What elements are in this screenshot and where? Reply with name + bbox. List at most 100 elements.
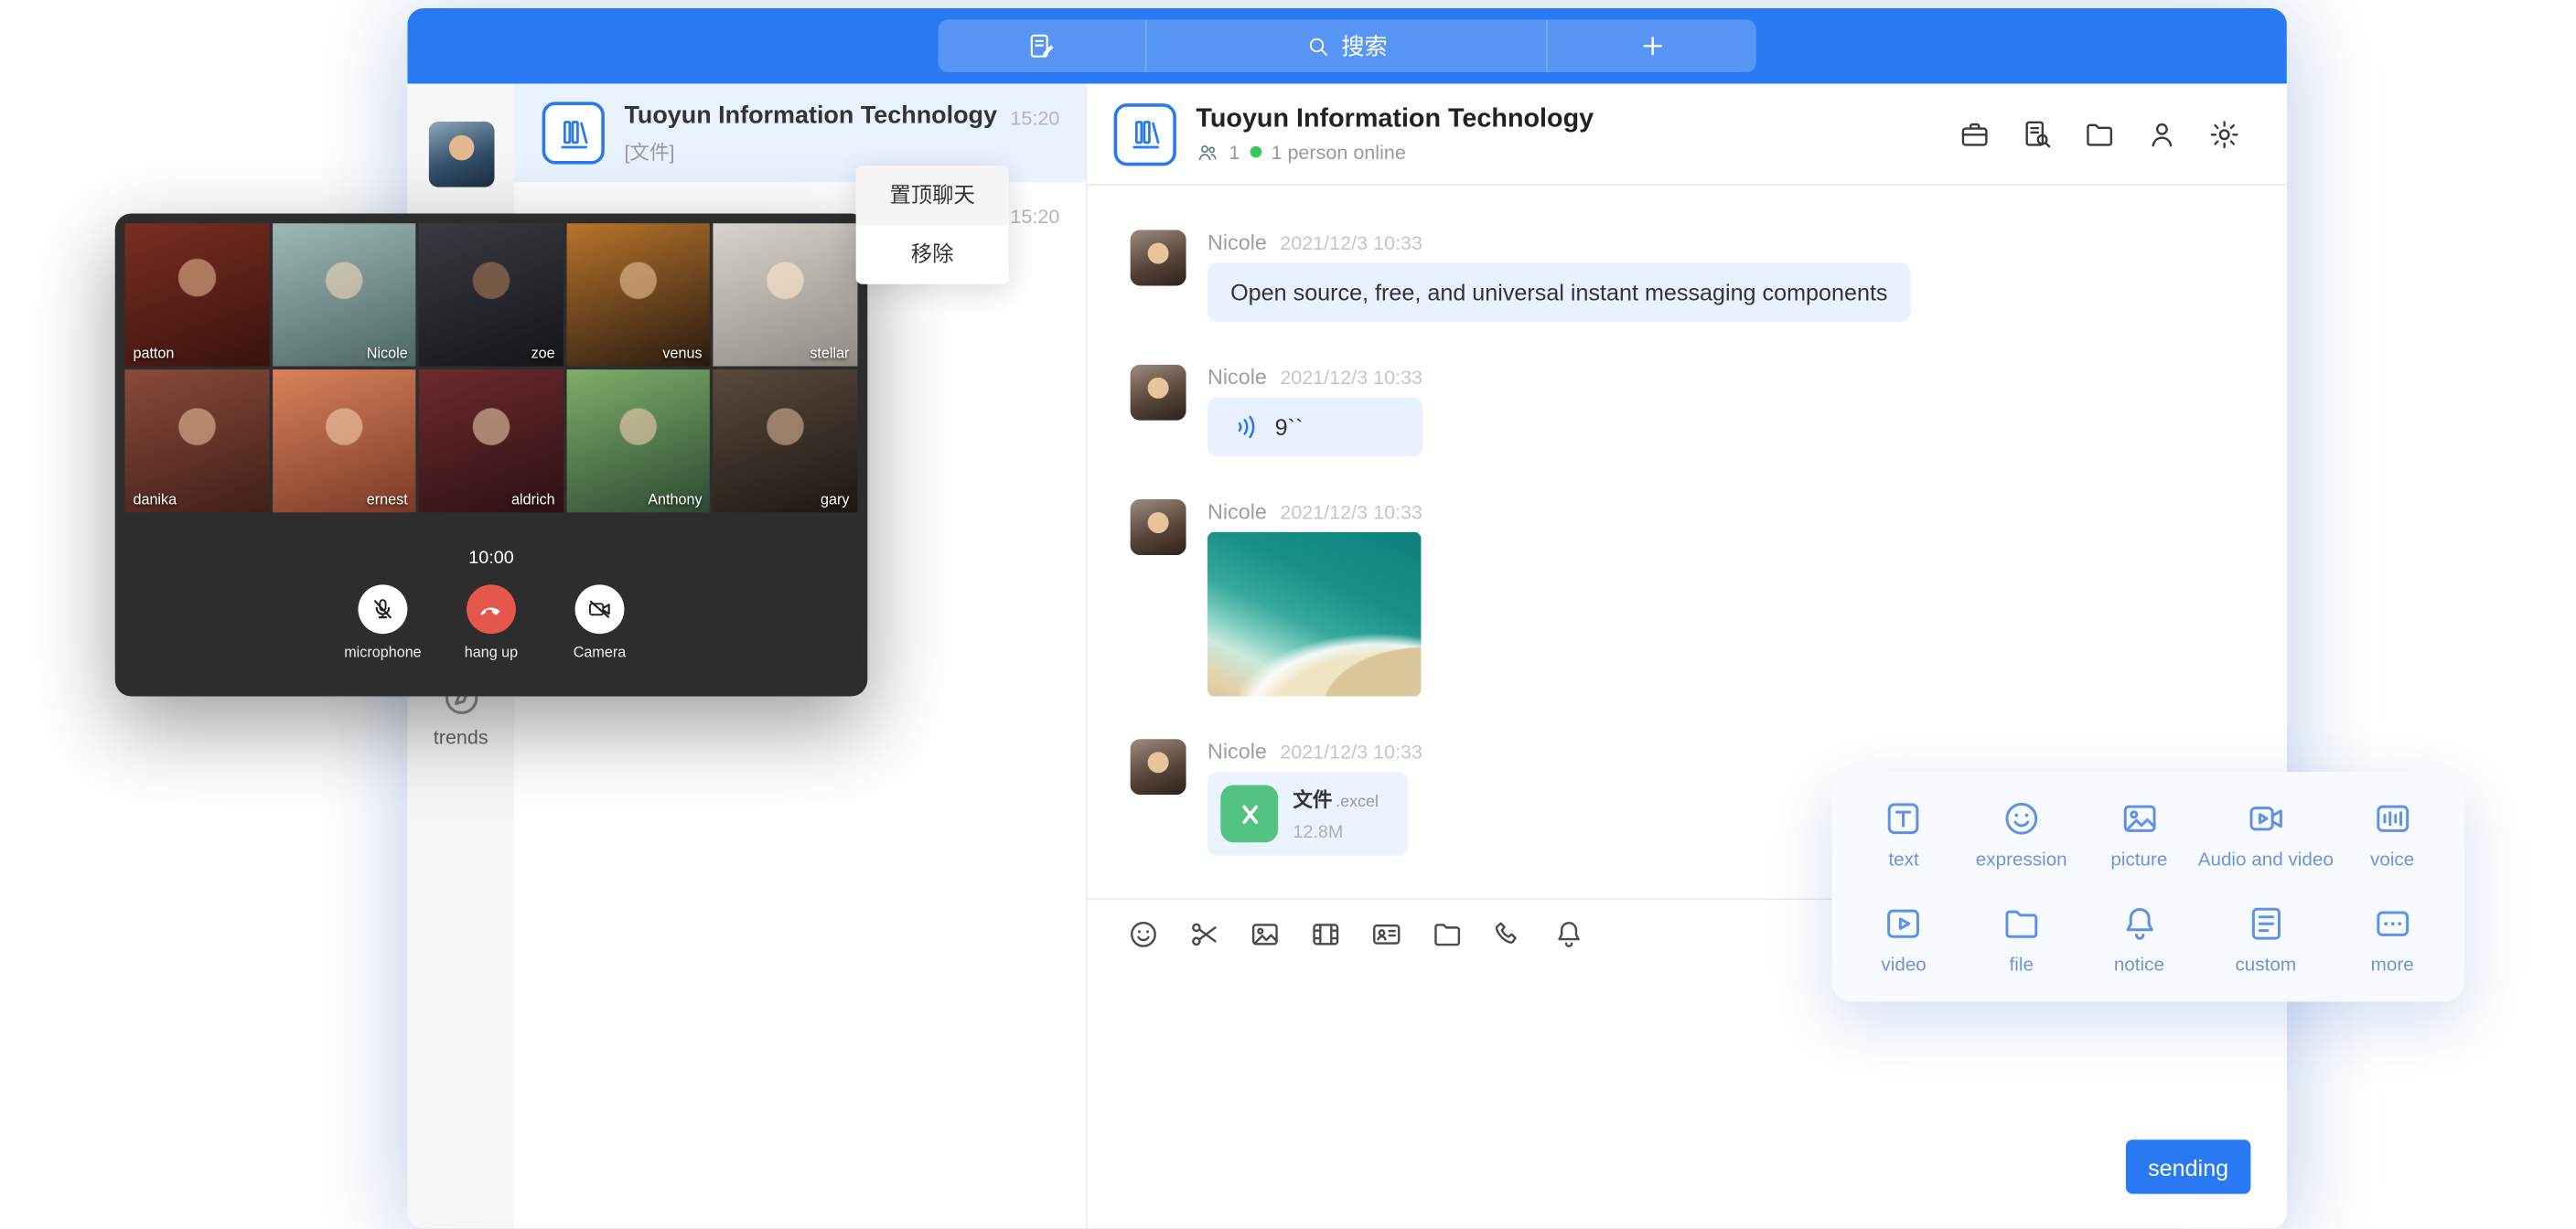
excel-file-badge <box>1220 785 1278 842</box>
feature-item-file[interactable]: file <box>1962 903 2080 986</box>
ft-picture-icon <box>2119 798 2160 839</box>
sender-avatar[interactable] <box>1131 739 1186 795</box>
hang-up-control[interactable]: hang up <box>440 584 542 660</box>
message-time: 2021/12/3 10:33 <box>1280 501 1422 524</box>
feature-item-video[interactable]: video <box>1845 903 1963 986</box>
add-button[interactable] <box>1546 20 1756 72</box>
screen: 搜索 trends <box>0 0 2576 1228</box>
emoji-icon[interactable] <box>1127 917 1160 950</box>
ft-file-icon <box>2001 903 2042 944</box>
camera-button[interactable] <box>575 584 625 634</box>
conversation-time: 15:20 <box>1010 205 1059 228</box>
archive-icon[interactable] <box>1959 117 1991 150</box>
send-button[interactable]: sending <box>2126 1139 2250 1193</box>
text-bubble[interactable]: Open source, free, and universal instant… <box>1208 262 1911 322</box>
feature-item-custom[interactable]: custom <box>2198 903 2334 986</box>
conversation-context-menu: 置顶聊天 移除 <box>856 166 1009 283</box>
cut-icon[interactable] <box>1187 917 1220 950</box>
hang-up-button[interactable] <box>467 584 516 634</box>
message-body: Nicole 2021/12/3 10:33 文件.excel <box>1208 739 1422 856</box>
feature-item-more[interactable]: more <box>2334 903 2452 986</box>
sender-name: Nicole <box>1208 499 1267 524</box>
feature-label: text <box>1888 850 1918 871</box>
chat-header-meta: Tuoyun Information Technology 1 1 person… <box>1196 104 1594 164</box>
camera-toggle[interactable]: Camera <box>549 584 650 660</box>
menu-item-pin-chat[interactable]: 置顶聊天 <box>856 166 1009 225</box>
contact-card-icon[interactable] <box>1370 917 1403 950</box>
group-avatar <box>542 102 605 164</box>
participant-tile: ernest <box>272 369 415 512</box>
participant-tile: zoe <box>419 223 563 366</box>
menu-item-remove[interactable]: 移除 <box>856 225 1009 284</box>
image-icon[interactable] <box>1249 917 1282 950</box>
conversation-title: Tuoyun Information Technology <box>624 102 997 130</box>
call-icon[interactable] <box>1492 917 1525 950</box>
mic-off-icon <box>370 596 396 623</box>
hang-up-label: hang up <box>465 644 518 660</box>
feature-item-audio-video[interactable]: Audio and video <box>2198 798 2334 882</box>
participant-name: gary <box>821 491 849 508</box>
voice-bubble[interactable]: 9`` <box>1208 398 1422 457</box>
folder-icon[interactable] <box>2083 117 2116 150</box>
member-icon[interactable] <box>2145 117 2178 150</box>
file-attachment[interactable]: 文件.excel 12.8M <box>1208 772 1408 856</box>
participant-tile: Anthony <box>566 369 710 512</box>
participant-grid: patton Nicole zoe venus stellar danika e… <box>124 223 857 512</box>
sender-avatar[interactable] <box>1131 499 1186 555</box>
participant-tile: venus <box>566 223 710 366</box>
topbar-pill: 搜索 <box>938 20 1755 72</box>
file-meta: 文件.excel 12.8M <box>1293 785 1379 842</box>
participant-tile: aldrich <box>419 369 563 512</box>
message-image: Nicole 2021/12/3 10:33 <box>1131 499 2287 697</box>
film-icon[interactable] <box>1309 917 1342 950</box>
online-status: 1 person online <box>1271 141 1405 164</box>
participant-tile: gary <box>714 369 857 512</box>
message-time: 2021/12/3 10:33 <box>1280 231 1422 254</box>
microphone-toggle[interactable]: microphone <box>332 584 434 660</box>
sender-avatar[interactable] <box>1131 230 1186 285</box>
compose-area[interactable]: sending <box>1088 967 2287 1229</box>
feature-item-text[interactable]: text <box>1845 798 1963 882</box>
feature-label: picture <box>2110 850 2167 871</box>
microphone-button[interactable] <box>359 584 408 634</box>
settings-icon[interactable] <box>2208 117 2241 150</box>
ft-notice-icon <box>2119 903 2160 944</box>
conversation-time: 15:20 <box>1010 107 1059 130</box>
image-attachment[interactable] <box>1208 532 1421 697</box>
message-time: 2021/12/3 10:33 <box>1280 366 1422 389</box>
message-body: Nicole 2021/12/3 10:33 <box>1208 499 1422 697</box>
history-search-icon[interactable] <box>2021 117 2054 150</box>
microphone-label: microphone <box>344 644 421 660</box>
feature-panel: text expression picture Audio and video … <box>1831 772 2463 1001</box>
chat-title: Tuoyun Information Technology <box>1196 104 1594 134</box>
message-head: Nicole 2021/12/3 10:33 <box>1208 365 1422 390</box>
participant-name: ernest <box>367 491 408 508</box>
feature-item-expression[interactable]: expression <box>1962 798 2080 882</box>
participant-tile: Nicole <box>272 223 415 366</box>
user-avatar[interactable] <box>428 122 494 187</box>
message-voice: Nicole 2021/12/3 10:33 9`` <box>1131 365 2287 457</box>
chat-header-actions <box>1959 117 2241 150</box>
member-count: 1 <box>1229 141 1240 164</box>
feature-item-notice[interactable]: notice <box>2080 903 2198 986</box>
voice-wave-icon <box>1232 412 1261 442</box>
ft-voice-icon <box>2372 798 2413 839</box>
bell-icon[interactable] <box>1552 917 1585 950</box>
ft-video-icon <box>1884 903 1925 944</box>
ft-custom-icon <box>2245 903 2286 944</box>
feature-label: voice <box>2370 850 2414 871</box>
new-note-button[interactable] <box>938 20 1144 72</box>
feature-item-voice[interactable]: voice <box>2334 798 2452 882</box>
feature-item-picture[interactable]: picture <box>2080 798 2198 882</box>
search-button[interactable]: 搜索 <box>1145 20 1546 72</box>
message-text: Nicole 2021/12/3 10:33 Open source, free… <box>1131 230 2287 322</box>
topbar: 搜索 <box>407 8 2287 84</box>
folder-icon[interactable] <box>1431 917 1464 950</box>
feature-label: Audio and video <box>2198 850 2334 871</box>
group-icon <box>554 114 592 152</box>
chat-panel: Tuoyun Information Technology 1 1 person… <box>1088 84 2287 1229</box>
sender-avatar[interactable] <box>1131 365 1186 421</box>
sender-name: Nicole <box>1208 230 1267 254</box>
video-call-window[interactable]: patton Nicole zoe venus stellar danika e… <box>115 213 868 696</box>
sender-name: Nicole <box>1208 365 1267 390</box>
